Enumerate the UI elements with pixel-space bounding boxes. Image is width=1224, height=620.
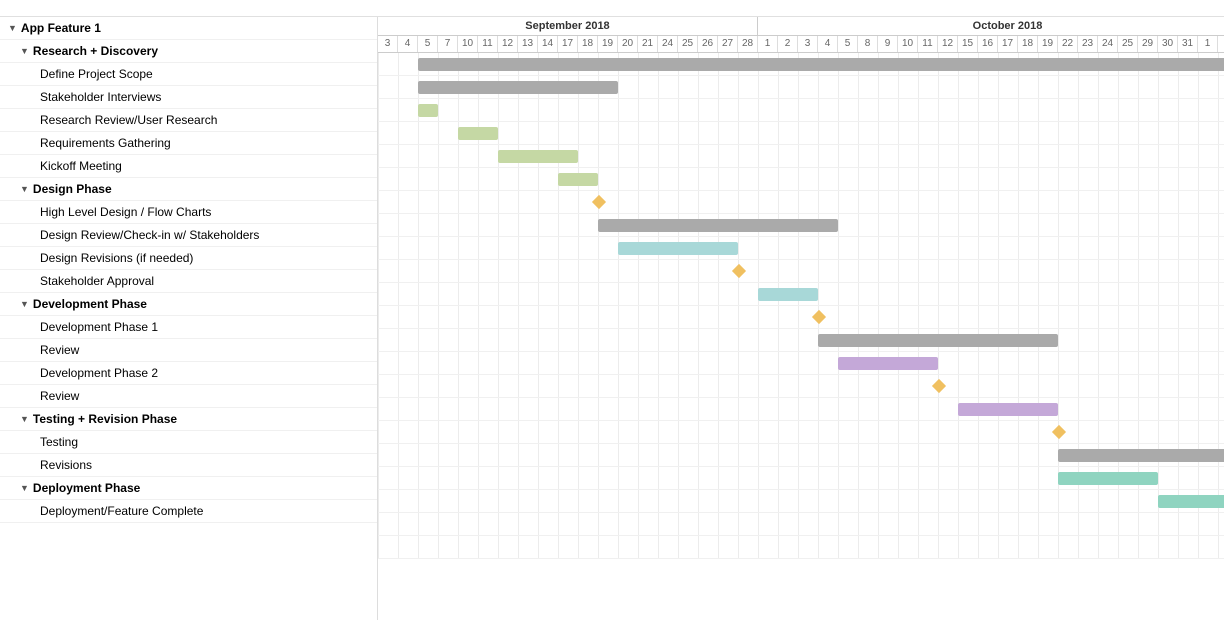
left-row-deployment: ▼Deployment Phase (0, 477, 377, 500)
left-row-testing: ▼Testing + Revision Phase (0, 408, 377, 431)
gantt-bar (1058, 449, 1224, 462)
gantt-bar (758, 288, 818, 301)
left-row-kickoff: Kickoff Meeting (0, 155, 377, 178)
gantt-bar (958, 403, 1058, 416)
gantt-row-dev2 (378, 398, 1224, 421)
gantt-row-testing (378, 444, 1224, 467)
gantt-row-review1 (378, 375, 1224, 398)
main-content: ▼App Feature 1▼Research + DiscoveryDefin… (0, 17, 1224, 620)
gantt-bar (838, 357, 938, 370)
left-row-dev2: Development Phase 2 (0, 362, 377, 385)
left-row-research: ▼Research + Discovery (0, 40, 377, 63)
gantt-bar (618, 242, 738, 255)
gantt-bar (1058, 472, 1158, 485)
gantt-row-deployment (378, 513, 1224, 536)
app-container: ▼App Feature 1▼Research + DiscoveryDefin… (0, 0, 1224, 620)
left-row-requirements: Requirements Gathering (0, 132, 377, 155)
milestone-diamond (812, 310, 826, 324)
gantt-header: September 2018October 201834571011121314… (378, 17, 1224, 53)
gantt-row-research_review (378, 145, 1224, 168)
gantt-row-kickoff (378, 191, 1224, 214)
left-row-stakeholder_int: Stakeholder Interviews (0, 86, 377, 109)
milestone-diamond (732, 264, 746, 278)
left-row-testing_item: Testing (0, 431, 377, 454)
gantt-bar (458, 127, 498, 140)
triangle-icon: ▼ (20, 299, 29, 309)
gantt-bar (498, 150, 578, 163)
gantt-row-define (378, 99, 1224, 122)
left-row-design_review: Design Review/Check-in w/ Stakeholders (0, 224, 377, 247)
gantt-bar (818, 334, 1058, 347)
gantt-row-research (378, 76, 1224, 99)
gantt-bar (418, 58, 1224, 71)
gantt-bar (558, 173, 598, 186)
left-row-review1: Review (0, 339, 377, 362)
left-row-research_review: Research Review/User Research (0, 109, 377, 132)
left-row-dev1: Development Phase 1 (0, 316, 377, 339)
gantt-row-stakeholder_appr (378, 306, 1224, 329)
left-row-design: ▼Design Phase (0, 178, 377, 201)
gantt-row-deploy_complete (378, 536, 1224, 559)
triangle-icon: ▼ (20, 46, 29, 56)
gantt-row-requirements (378, 168, 1224, 191)
triangle-icon: ▼ (20, 483, 29, 493)
gantt-row-design_review (378, 260, 1224, 283)
left-row-review2: Review (0, 385, 377, 408)
left-row-deploy_complete: Deployment/Feature Complete (0, 500, 377, 523)
gantt-row-dev (378, 329, 1224, 352)
gantt-body (378, 53, 1224, 559)
milestone-diamond (1052, 425, 1066, 439)
milestone-diamond (932, 379, 946, 393)
left-row-stakeholder_appr: Stakeholder Approval (0, 270, 377, 293)
triangle-icon: ▼ (20, 184, 29, 194)
left-row-design_revisions: Design Revisions (if needed) (0, 247, 377, 270)
gantt-row-high_level (378, 237, 1224, 260)
page-title (0, 0, 1224, 17)
gantt-row-review2 (378, 421, 1224, 444)
gantt-row-dev1 (378, 352, 1224, 375)
gantt-row-design_revisions (378, 283, 1224, 306)
triangle-icon: ▼ (20, 414, 29, 424)
gantt-row-testing_item (378, 467, 1224, 490)
left-row-app1: ▼App Feature 1 (0, 17, 377, 40)
left-row-dev: ▼Development Phase (0, 293, 377, 316)
gantt-bar (598, 219, 838, 232)
gantt-panel[interactable]: September 2018October 201834571011121314… (378, 17, 1224, 620)
left-row-high_level: High Level Design / Flow Charts (0, 201, 377, 224)
gantt-row-stakeholder_int (378, 122, 1224, 145)
gantt-row-app1 (378, 53, 1224, 76)
gantt-bar (1158, 495, 1224, 508)
gantt-bar (418, 104, 438, 117)
left-row-define: Define Project Scope (0, 63, 377, 86)
gantt-row-revisions (378, 490, 1224, 513)
left-row-revisions: Revisions (0, 454, 377, 477)
gantt-bar (418, 81, 618, 94)
gantt-row-design (378, 214, 1224, 237)
triangle-icon: ▼ (8, 23, 17, 33)
left-panel: ▼App Feature 1▼Research + DiscoveryDefin… (0, 17, 378, 620)
milestone-diamond (592, 195, 606, 209)
